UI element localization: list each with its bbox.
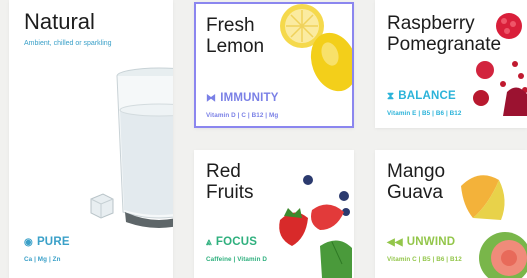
feature-text: BALANCE [398,90,456,102]
circle-icon: ◉ [24,236,33,248]
product-card-raspberry-pomegranate[interactable]: Raspberry Pomegranate ⧗ BALANCE Vitamin … [375,0,527,128]
feature-text: IMMUNITY [220,92,279,104]
nutrients-list: Caffeine | Vitamin D [206,256,268,263]
mango-image [461,175,527,278]
feature-label-unwind: ◀◀ UNWIND [387,236,455,248]
feature-label-focus: ⩓ FOCUS [206,236,257,248]
rewind-icon: ◀◀ [387,236,403,248]
card-title-red-fruits: Red Fruits [206,161,254,203]
nutrients-list: Vitamin C | B5 | B6 | B12 [387,256,462,263]
card-title-natural: Natural [24,9,95,34]
feature-label-immunity: ⧓ IMMUNITY [206,92,279,104]
nutrients-list: Ca | Mg | Zn [24,256,61,263]
shield-icon: ⧓ [206,92,217,104]
ice-cube-image [90,193,114,219]
hourglass-icon: ⧗ [387,90,395,102]
chevron-up-icon: ⩓ [206,236,212,248]
card-subtitle-natural: Ambient, chilled or sparkling [24,40,112,47]
lemon-image [280,4,352,92]
strawberry-image [279,175,352,278]
raspberry-image [473,13,527,116]
product-card-natural[interactable]: Natural Ambient, chilled or sparkling ◉ … [9,0,173,278]
feature-text: UNWIND [406,236,456,248]
feature-text: FOCUS [215,236,258,248]
feature-label-balance: ⧗ BALANCE [387,90,456,102]
product-card-mango-guava[interactable]: Mango Guava ◀◀ UNWIND Vitamin C | B5 | B… [375,150,527,278]
nutrients-list: Vitamin E | B5 | B6 | B12 [387,110,462,117]
card-title-mango-guava: Mango Guava [387,161,446,203]
nutrients-list: Vitamin D | C | B12 | Mg [206,112,279,119]
feature-label-pure: ◉ PURE [24,236,70,248]
card-title-fresh-lemon: Fresh Lemon [206,15,265,57]
product-card-red-fruits[interactable]: Red Fruits ⩓ FOCUS Caffeine | Vitamin D [194,150,354,278]
feature-text: PURE [36,236,70,248]
product-card-fresh-lemon[interactable]: Fresh Lemon ⧓ IMMUNITY Vitamin D | C | B… [194,2,354,128]
